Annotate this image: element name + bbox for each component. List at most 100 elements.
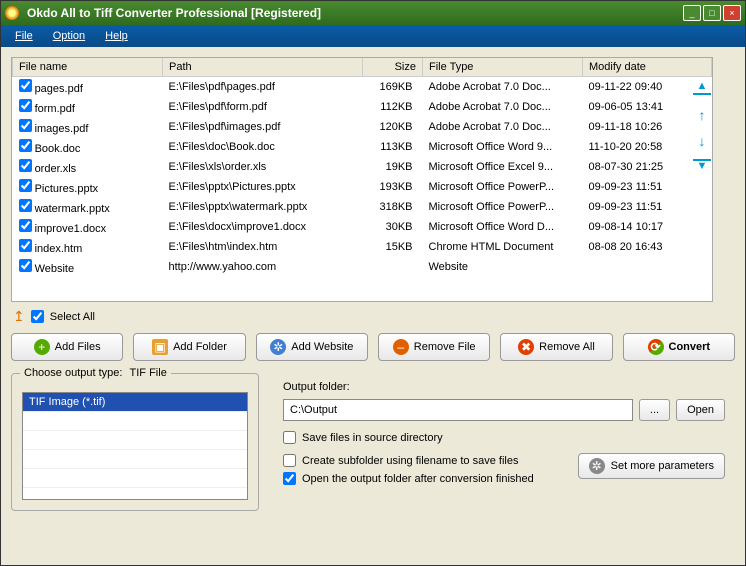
move-down-button[interactable]: ↓ [693,133,711,147]
table-row[interactable]: Pictures.pptx E:\Files\pptx\Pictures.pptx… [13,177,712,197]
cell-size: 19KB [363,157,423,177]
col-modify[interactable]: Modify date [583,58,712,77]
table-row[interactable]: improve1.docx E:\Files\docx\improve1.docx… [13,217,712,237]
add-files-label: Add Files [55,341,101,353]
close-button[interactable]: × [723,5,741,21]
cell-path: E:\Files\pptx\Pictures.pptx [163,177,363,197]
cell-type: Adobe Acrobat 7.0 Doc... [423,97,583,117]
list-item [23,469,247,488]
table-row[interactable]: order.xlsE:\Files\xls\order.xls19KBMicro… [13,157,712,177]
reorder-arrows: ▲ ↑ ↓ ▼ [693,81,715,173]
output-type-item[interactable]: TIF Image (*.tif) [23,393,247,412]
cell-type: Microsoft Office PowerP... [423,177,583,197]
menu-file[interactable]: File [7,28,41,44]
row-checkbox[interactable] [19,239,32,252]
row-checkbox[interactable] [19,219,32,232]
open-after-checkbox[interactable] [283,472,296,485]
cell-path: E:\Files\doc\Book.doc [163,137,363,157]
table-row[interactable]: pages.pdfE:\Files\pdf\pages.pdf169KBAdob… [13,77,712,98]
row-checkbox[interactable] [19,159,32,172]
cell-path: E:\Files\docx\improve1.docx [163,217,363,237]
select-all-label: Select All [50,311,95,323]
cell-type: Website [423,257,583,277]
col-path[interactable]: Path [163,58,363,77]
col-filetype[interactable]: File Type [423,58,583,77]
minimize-button[interactable]: _ [683,5,701,21]
output-folder-input[interactable] [283,399,633,421]
add-folder-button[interactable]: ▣Add Folder [133,333,245,361]
cell-filename: watermark.pptx [35,203,110,215]
cell-path: E:\Files\pdf\form.pdf [163,97,363,117]
globe-icon: ✲ [270,339,286,355]
menu-help[interactable]: Help [97,28,136,44]
output-type-current: TIF File [130,367,167,379]
save-in-source-checkbox[interactable] [283,431,296,444]
cell-type: Microsoft Office Word D... [423,217,583,237]
cell-type: Microsoft Office Word 9... [423,137,583,157]
open-folder-button[interactable]: Open [676,399,725,421]
menu-bar: File Option Help [1,25,745,47]
cell-filename: Book.doc [35,143,81,155]
save-in-source-label: Save files in source directory [302,432,443,444]
move-top-button[interactable]: ▲ [693,81,711,95]
move-bottom-button[interactable]: ▼ [693,159,711,173]
cell-filename: improve1.docx [35,223,107,235]
add-files-button[interactable]: + Add Files [11,333,123,361]
cell-type: Microsoft Office PowerP... [423,197,583,217]
remove-all-button[interactable]: ✖Remove All [500,333,612,361]
gear-icon: ✲ [589,458,605,474]
plus-icon: + [34,339,50,355]
cell-path: E:\Files\htm\index.htm [163,237,363,257]
cell-path: E:\Files\pdf\pages.pdf [163,77,363,98]
col-filename[interactable]: File name [13,58,163,77]
cell-filename: index.htm [35,243,83,255]
add-website-label: Add Website [291,341,353,353]
up-folder-icon[interactable]: ↥ [13,308,25,325]
table-row[interactable]: Book.doc E:\Files\doc\Book.doc113KBMicros… [13,137,712,157]
convert-button[interactable]: ⟳Convert [623,333,735,361]
row-checkbox[interactable] [19,79,32,92]
create-subfolder-checkbox[interactable] [283,454,296,467]
row-checkbox[interactable] [19,119,32,132]
col-size[interactable]: Size [363,58,423,77]
cell-path: E:\Files\pptx\watermark.pptx [163,197,363,217]
row-checkbox[interactable] [19,199,32,212]
output-folder-label: Output folder: [283,381,725,393]
table-row[interactable]: watermark.pptx E:\Files\pptx\watermark.pp… [13,197,712,217]
cell-size: 112KB [363,97,423,117]
table-row[interactable]: images.pdfE:\Files\pdf\images.pdf120KBAd… [13,117,712,137]
file-list: File name Path Size File Type Modify dat… [11,57,713,302]
remove-all-icon: ✖ [518,339,534,355]
content-area: File name Path Size File Type Modify dat… [1,47,745,521]
cell-size: 318KB [363,197,423,217]
row-checkbox[interactable] [19,139,32,152]
cell-filename: Pictures.pptx [35,183,99,195]
browse-button[interactable]: ... [639,399,670,421]
table-row[interactable]: form.pdf E:\Files\pdf\form.pdf112KBAdobe … [13,97,712,117]
row-checkbox[interactable] [19,179,32,192]
move-up-button[interactable]: ↑ [693,107,711,121]
cell-type: Adobe Acrobat 7.0 Doc... [423,117,583,137]
cell-type: Adobe Acrobat 7.0 Doc... [423,77,583,98]
output-type-list[interactable]: TIF Image (*.tif) [22,392,248,500]
table-row[interactable]: Websitehttp://www.yahoo.comWebsite [13,257,712,277]
cell-size: 113KB [363,137,423,157]
cell-size [363,257,423,277]
cell-modify [583,257,712,277]
remove-file-button[interactable]: –Remove File [378,333,490,361]
cell-type: Chrome HTML Document [423,237,583,257]
set-more-params-button[interactable]: ✲ Set more parameters [578,453,725,479]
output-folder-group: Output folder: ... Open Save files in so… [273,373,735,511]
minus-icon: – [393,339,409,355]
table-row[interactable]: index.htmE:\Files\htm\index.htm15KBChrom… [13,237,712,257]
row-checkbox[interactable] [19,99,32,112]
row-checkbox[interactable] [19,259,32,272]
maximize-button[interactable]: □ [703,5,721,21]
cell-path: http://www.yahoo.com [163,257,363,277]
add-website-button[interactable]: ✲ Add Website [256,333,368,361]
menu-option[interactable]: Option [45,28,93,44]
cell-filename: form.pdf [35,103,75,115]
list-item [23,412,247,431]
select-all-checkbox[interactable] [31,310,44,323]
cell-size: 120KB [363,117,423,137]
